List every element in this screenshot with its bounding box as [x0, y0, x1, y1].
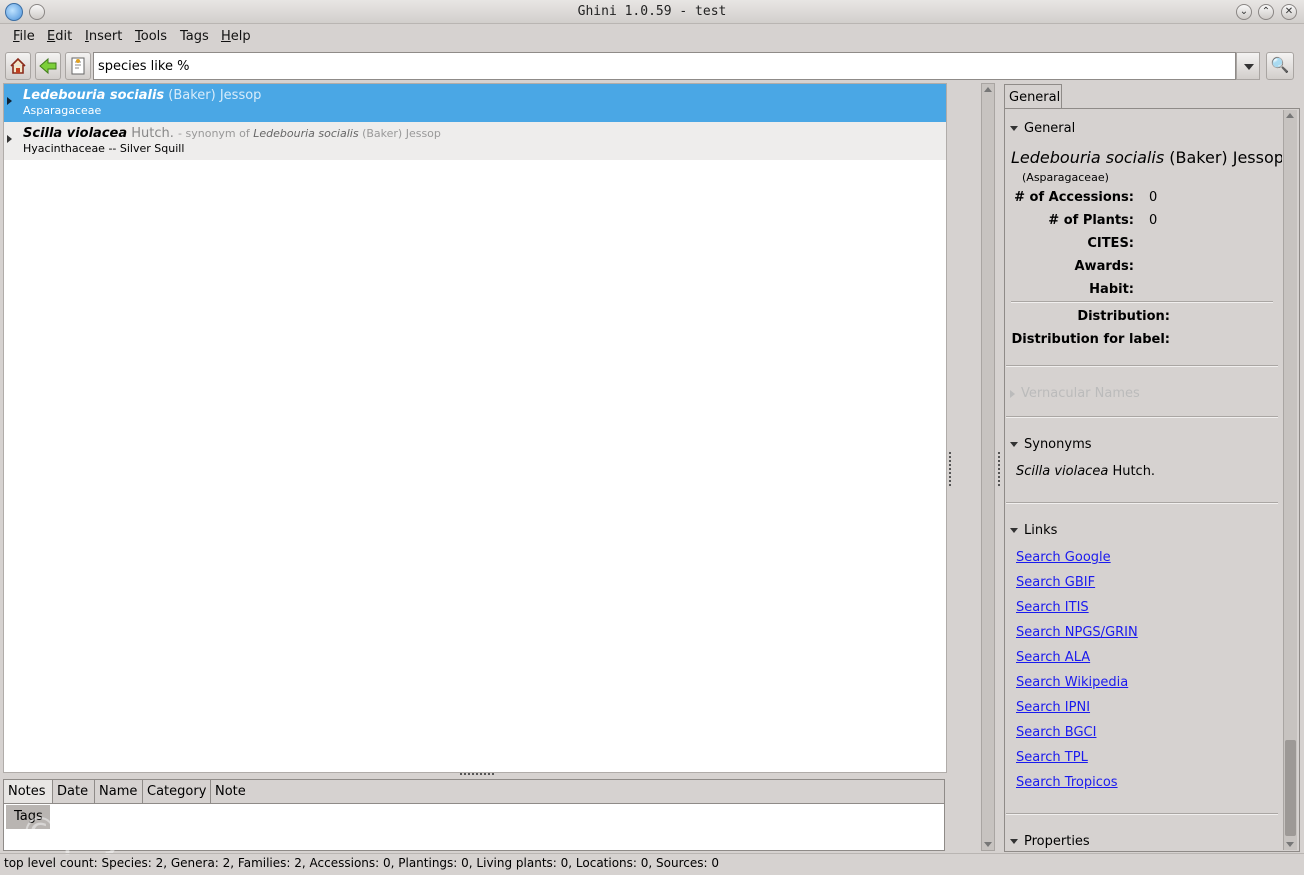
- results-scrollbar[interactable]: [981, 83, 995, 851]
- menu-edit[interactable]: Edit: [47, 29, 72, 44]
- collapse-icon: [1010, 528, 1018, 533]
- family-label: (Asparagaceae): [1022, 171, 1109, 184]
- link-search-tpl[interactable]: Search TPL: [1016, 750, 1088, 765]
- link-search-tropicos[interactable]: Search Tropicos: [1016, 775, 1118, 790]
- preferences-icon: [71, 57, 85, 75]
- menu-insert[interactable]: Insert: [85, 29, 122, 44]
- home-icon: [10, 57, 26, 74]
- link-search-ala[interactable]: Search ALA: [1016, 650, 1090, 665]
- link-search-npgs-grin[interactable]: Search NPGS/GRIN: [1016, 625, 1138, 640]
- properties-section-header[interactable]: Properties: [1010, 834, 1090, 849]
- back-button[interactable]: [35, 52, 61, 80]
- menu-help[interactable]: Help: [221, 29, 251, 44]
- search-history-dropdown[interactable]: [1236, 52, 1260, 80]
- close-button[interactable]: ✕: [1281, 4, 1297, 20]
- divider: [1011, 301, 1273, 303]
- back-arrow-icon: [39, 57, 57, 75]
- link-search-ipni[interactable]: Search IPNI: [1016, 700, 1090, 715]
- link-search-gbif[interactable]: Search GBIF: [1016, 575, 1095, 590]
- window-title: Ghini 1.0.59 - test: [577, 4, 727, 19]
- watermark: ©ply.me.uk: [20, 810, 272, 856]
- scroll-down-icon[interactable]: [1286, 842, 1294, 847]
- toolbar: species like % 🔍: [0, 49, 1304, 83]
- expander-icon[interactable]: [7, 97, 12, 105]
- title-bar: Ghini 1.0.59 - test ⌄ ⌃ ✕: [0, 0, 1304, 24]
- link-search-google[interactable]: Search Google: [1016, 550, 1111, 565]
- tab-notes[interactable]: Notes: [4, 780, 53, 803]
- divider: [1006, 365, 1278, 367]
- column-date[interactable]: Date: [53, 780, 95, 803]
- family-label: Asparagaceae: [23, 104, 102, 117]
- search-button[interactable]: 🔍: [1266, 52, 1294, 80]
- divider: [1006, 416, 1278, 418]
- scroll-down-icon[interactable]: [984, 842, 992, 847]
- menu-bar: File Edit Insert Tools Tags Help: [0, 25, 1304, 49]
- notes-header: Notes Date Name Category Note: [3, 779, 945, 804]
- column-category[interactable]: Category: [143, 780, 211, 803]
- link-search-itis[interactable]: Search ITIS: [1016, 600, 1089, 615]
- menu-tools[interactable]: Tools: [135, 29, 167, 44]
- scrollbar-thumb[interactable]: [1285, 740, 1296, 836]
- search-input[interactable]: species like %: [93, 52, 1236, 80]
- notes-resize-handle[interactable]: [460, 773, 494, 777]
- column-name[interactable]: Name: [95, 780, 143, 803]
- column-note[interactable]: Note: [211, 780, 944, 803]
- species-name: Ledebouria socialis (Baker) Jessop: [1011, 148, 1282, 167]
- pane-resize-handle[interactable]: [949, 452, 951, 486]
- link-search-bgci[interactable]: Search BGCI: [1016, 725, 1096, 740]
- collapse-icon: [1010, 839, 1018, 844]
- results-list[interactable]: Ledebouria socialis (Baker) Jessop Aspar…: [3, 83, 947, 773]
- scroll-up-icon[interactable]: [1286, 113, 1294, 118]
- maximize-button[interactable]: ⌃: [1258, 4, 1274, 20]
- family-label: Hyacinthaceae -- Silver Squill: [23, 142, 185, 155]
- list-item[interactable]: Scilla violacea Hutch. - synonym of Lede…: [4, 122, 946, 160]
- info-panel: General Ledebouria socialis (Baker) Jess…: [1004, 108, 1300, 852]
- divider: [1006, 813, 1278, 815]
- links-section-header[interactable]: Links: [1010, 523, 1057, 538]
- general-section-header[interactable]: General: [1010, 121, 1075, 136]
- menu-tags[interactable]: Tags: [180, 29, 209, 44]
- menu-file[interactable]: File: [13, 29, 35, 44]
- vernacular-section-header[interactable]: Vernacular Names: [1010, 386, 1140, 401]
- search-icon: 🔍: [1270, 56, 1290, 74]
- pane-resize-handle[interactable]: [998, 452, 1000, 486]
- list-item[interactable]: Ledebouria socialis (Baker) Jessop Aspar…: [4, 84, 946, 122]
- collapse-icon: [1010, 442, 1018, 447]
- prefs-button[interactable]: [65, 52, 91, 80]
- home-button[interactable]: [5, 52, 31, 80]
- divider: [1006, 502, 1278, 504]
- synonym-item[interactable]: Scilla violacea Hutch.: [1016, 464, 1155, 479]
- collapse-icon: [1010, 126, 1018, 131]
- tab-general[interactable]: General: [1004, 84, 1062, 109]
- minimize-button[interactable]: ⌄: [1236, 4, 1252, 20]
- link-search-wikipedia[interactable]: Search Wikipedia: [1016, 675, 1128, 690]
- scroll-up-icon[interactable]: [984, 87, 992, 92]
- expander-icon[interactable]: [7, 135, 12, 143]
- status-bar: top level count: Species: 2, Genera: 2, …: [0, 853, 1304, 875]
- info-scrollbar[interactable]: [1283, 110, 1297, 850]
- expand-icon: [1010, 389, 1015, 398]
- synonyms-section-header[interactable]: Synonyms: [1010, 437, 1092, 452]
